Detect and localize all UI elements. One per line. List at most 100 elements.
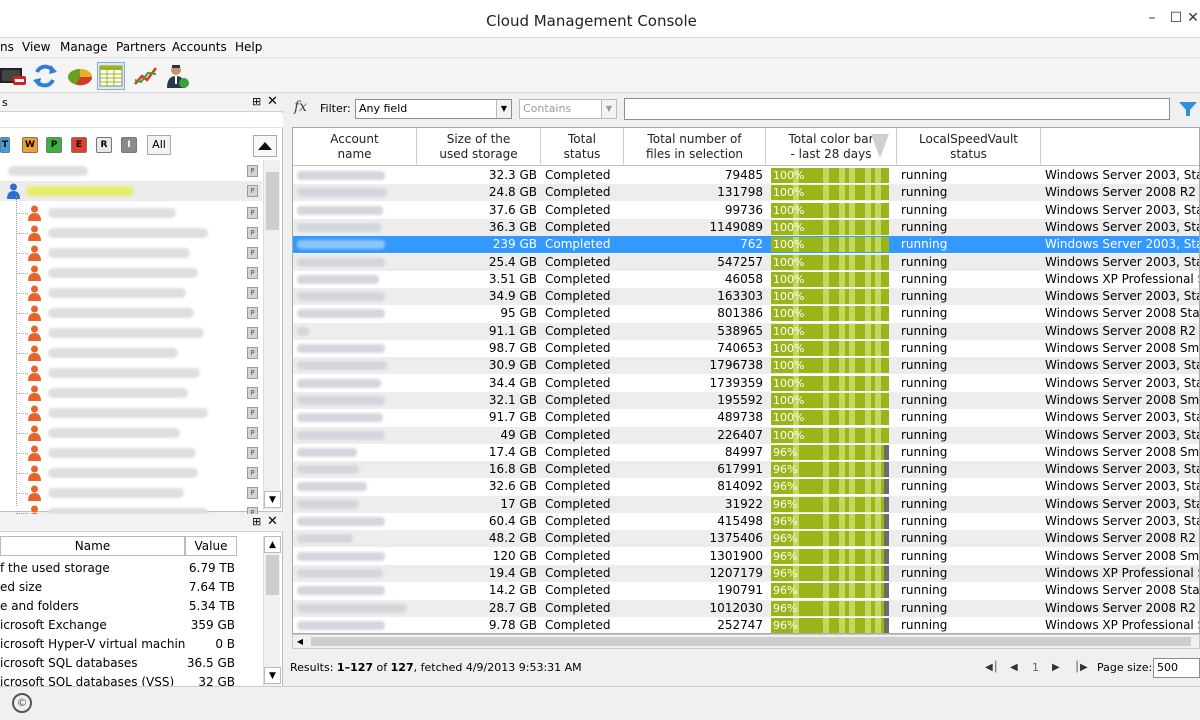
tree-scroll-thumb[interactable]: [266, 172, 279, 230]
tree-account-row[interactable]: P: [0, 463, 262, 483]
stat-row[interactable]: e and folders 5.34 TB: [0, 597, 260, 616]
line-chart-icon[interactable]: [132, 62, 160, 90]
stat-row[interactable]: f the used storage 6.79 TB: [0, 559, 260, 578]
grid-row[interactable]: 17 GB Completed 31922 96% running Windows Ser…: [293, 495, 1199, 513]
tree-account-row[interactable]: P: [0, 203, 262, 223]
tree-account-row[interactable]: P: [0, 283, 262, 303]
tree-account-row[interactable]: P: [0, 243, 262, 263]
filter-type-p[interactable]: P: [46, 137, 62, 153]
tree-root-row[interactable]: P: [0, 161, 262, 181]
monitor-stop-icon[interactable]: [0, 62, 28, 90]
grid-row[interactable]: 30.9 GB Completed 1796738 100% running Window…: [293, 357, 1199, 375]
grid-row[interactable]: 49 GB Completed 226407 100% running Windows S…: [293, 426, 1199, 444]
close-pane-icon[interactable]: ✕: [267, 514, 278, 529]
menu-accounts[interactable]: Accounts: [172, 40, 227, 54]
col-account-name-header[interactable]: Account name: [293, 128, 417, 166]
grid-row[interactable]: 3.51 GB Completed 46058 100% running Windows …: [293, 271, 1199, 288]
grid-row[interactable]: 14.2 GB Completed 190791 96% running Windows …: [293, 582, 1199, 599]
user-icon[interactable]: [163, 62, 191, 90]
filter-type-i[interactable]: I: [121, 137, 137, 153]
tree-account-row[interactable]: P: [0, 423, 262, 443]
grid-row[interactable]: 36.3 GB Completed 1149089 100% running Window…: [293, 218, 1199, 236]
col-file-count-header[interactable]: Total number of files in selection: [624, 128, 766, 166]
stats-scroll-thumb[interactable]: [266, 555, 279, 595]
menu-manage[interactable]: Manage: [60, 40, 108, 54]
col-lsv-status-header[interactable]: LocalSpeedVault status: [897, 128, 1041, 166]
tree-account-row[interactable]: P: [0, 263, 262, 283]
tree-search-field[interactable]: [0, 113, 283, 128]
stat-name-header[interactable]: Name: [0, 536, 185, 556]
filter-funnel-icon[interactable]: [1178, 100, 1198, 118]
scroll-up-icon[interactable]: ▲: [264, 536, 281, 553]
grid-hscroll-thumb[interactable]: [311, 637, 1191, 646]
grid-row[interactable]: 24.8 GB Completed 131798 100% running Windows…: [293, 184, 1199, 202]
tree-partner-row[interactable]: P: [0, 181, 262, 201]
grid-row[interactable]: 98.7 GB Completed 740653 100% running Windows…: [293, 340, 1199, 357]
sort-indicator-icon[interactable]: [871, 134, 889, 158]
stat-row[interactable]: icrosoft Exchange 359 GB: [0, 616, 260, 635]
menu-help[interactable]: Help: [235, 40, 262, 54]
grid-row[interactable]: 239 GB Completed 762 100% running Windows Ser…: [293, 236, 1199, 254]
grid-row[interactable]: 32.6 GB Completed 814092 96% running Windows …: [293, 478, 1199, 495]
close-pane-icon[interactable]: ✕: [267, 94, 278, 109]
page-size-input[interactable]: 500: [1153, 658, 1200, 678]
float-pane-icon[interactable]: ⊞: [252, 515, 261, 528]
grid-row[interactable]: 32.3 GB Completed 79485 100% running Windows …: [293, 167, 1199, 184]
filter-type-e[interactable]: E: [71, 137, 87, 153]
stat-value-header[interactable]: Value: [185, 536, 237, 556]
grid-table-icon[interactable]: [97, 62, 125, 90]
stats-scrollbar[interactable]: ▲ ▼: [263, 536, 281, 686]
tree-account-row[interactable]: P: [0, 303, 262, 323]
grid-row[interactable]: 25.4 GB Completed 547257 100% running Windows…: [293, 253, 1199, 271]
grid-row[interactable]: 60.4 GB Completed 415498 96% running Windows …: [293, 513, 1199, 530]
col-total-status-header[interactable]: Total status: [541, 128, 624, 166]
scroll-down-icon[interactable]: ▼: [264, 667, 281, 684]
grid-row[interactable]: 34.9 GB Completed 163303 100% running Windows…: [293, 288, 1199, 306]
scroll-down-icon[interactable]: ▼: [264, 491, 281, 508]
close-button[interactable]: ✕: [1186, 8, 1200, 28]
next-page-icon[interactable]: ▶: [1052, 662, 1060, 673]
filter-field-select[interactable]: Any field ▼: [355, 99, 512, 119]
filter-value-input[interactable]: [624, 98, 1170, 120]
chevron-down-icon[interactable]: ▼: [601, 100, 616, 118]
menu-view[interactable]: View: [22, 40, 50, 54]
filter-type-r[interactable]: R: [96, 137, 112, 153]
tree-account-row[interactable]: P: [0, 383, 262, 403]
tree-account-row[interactable]: P: [0, 363, 262, 383]
float-pane-icon[interactable]: ⊞: [252, 95, 261, 108]
tree-account-row[interactable]: P: [0, 403, 262, 423]
grid-row[interactable]: 48.2 GB Completed 1375406 96% running Windows…: [293, 530, 1199, 548]
grid-row[interactable]: 95 GB Completed 801386 100% running Windows S…: [293, 305, 1199, 322]
first-page-icon[interactable]: ◀│: [985, 662, 999, 673]
col-os-header[interactable]: N: [1041, 128, 1199, 166]
menu-options[interactable]: ns: [0, 40, 14, 54]
grid-row[interactable]: 9.78 GB Completed 252747 96% running Windows …: [293, 617, 1199, 633]
filter-operator-select[interactable]: Contains ▼: [519, 99, 617, 119]
filter-type-t[interactable]: T: [0, 137, 10, 153]
tree-account-row[interactable]: P: [0, 323, 262, 343]
filter-type-w[interactable]: W: [22, 137, 38, 153]
maximize-button[interactable]: ☐: [1166, 8, 1186, 28]
grid-row[interactable]: 34.4 GB Completed 1739359 100% running Window…: [293, 375, 1199, 392]
prev-page-icon[interactable]: ◀: [1010, 662, 1018, 673]
grid-row[interactable]: 91.1 GB Completed 538965 100% running Windows…: [293, 322, 1199, 340]
grid-horizontal-scrollbar[interactable]: ◀: [292, 634, 1200, 649]
refresh-icon[interactable]: [31, 62, 59, 90]
grid-row[interactable]: 17.4 GB Completed 84997 96% running Windows S…: [293, 444, 1199, 461]
collapse-tree-button[interactable]: [253, 135, 277, 157]
grid-row[interactable]: 16.8 GB Completed 617991 96% running Windows …: [293, 461, 1199, 479]
last-page-icon[interactable]: │▶: [1074, 662, 1088, 673]
minimize-button[interactable]: –: [1142, 8, 1162, 28]
stat-row[interactable]: icrosoft SQL databases 36.5 GB: [0, 654, 260, 673]
grid-row[interactable]: 28.7 GB Completed 1012030 96% running Windows…: [293, 599, 1199, 617]
tree-account-row[interactable]: P: [0, 223, 262, 243]
stat-row[interactable]: icrosoft Hyper-V virtual machines 0 B: [0, 635, 260, 654]
grid-row[interactable]: 32.1 GB Completed 195592 100% running Windows…: [293, 391, 1199, 409]
stat-row[interactable]: ed size 7.64 TB: [0, 578, 260, 597]
scroll-left-icon[interactable]: ◀: [293, 635, 307, 648]
col-used-storage-header[interactable]: Size of the used storage: [417, 128, 541, 166]
grid-row[interactable]: 91.7 GB Completed 489738 100% running Windows…: [293, 409, 1199, 426]
filter-all-button[interactable]: All: [147, 135, 171, 155]
pie-chart-icon[interactable]: [66, 62, 94, 90]
grid-row[interactable]: 37.6 GB Completed 99736 100% running Windows …: [293, 202, 1199, 219]
